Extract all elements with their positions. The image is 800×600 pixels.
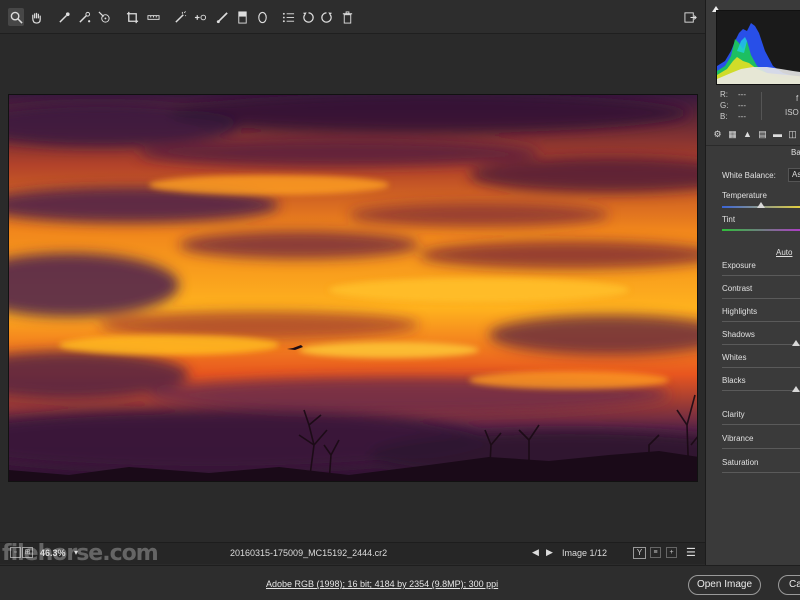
r-label: R:: [720, 90, 728, 99]
full-screen-icon[interactable]: [682, 8, 698, 26]
highlights-label: Highlights: [722, 307, 758, 316]
next-image-icon[interactable]: ▶: [546, 547, 553, 558]
shadows-slider-thumb[interactable]: [792, 340, 800, 346]
temperature-slider-thumb[interactable]: [757, 202, 765, 208]
vibrance-slider-track[interactable]: [722, 448, 800, 449]
preferences-list-icon[interactable]: [280, 8, 296, 26]
rotate-right-icon[interactable]: [318, 8, 334, 26]
before-after-icon[interactable]: ⊞: [22, 547, 33, 558]
targeted-adjustment-icon[interactable]: [96, 8, 112, 26]
histogram: [716, 10, 800, 85]
sunset-sky-image: [9, 95, 697, 481]
red-eye-icon[interactable]: [192, 8, 208, 26]
bottom-bar: Adobe RGB (1998); 16 bit; 4184 by 2354 (…: [0, 565, 800, 600]
highlights-slider-track[interactable]: [722, 321, 800, 322]
panel-tabs: ⚙ ▦ ▲ ▤ ▬ ◫: [706, 126, 800, 146]
r-value: ---: [738, 90, 746, 99]
b-value: ---: [738, 112, 746, 121]
whites-slider-track[interactable]: [722, 367, 800, 368]
toolbar: [0, 0, 705, 34]
radial-filter-icon[interactable]: [254, 8, 270, 26]
aperture-value: f: [796, 94, 799, 103]
clarity-slider-track[interactable]: [722, 424, 800, 425]
auto-link[interactable]: Auto: [776, 248, 792, 257]
workflow-options-link[interactable]: Adobe RGB (1998); 16 bit; 4184 by 2354 (…: [266, 579, 498, 589]
blacks-label: Blacks: [722, 376, 746, 385]
straighten-icon[interactable]: [145, 8, 161, 26]
tab-detail[interactable]: ▲: [742, 129, 753, 140]
zoom-level[interactable]: 46.3%: [40, 548, 66, 558]
tab-split-toning[interactable]: ▬: [772, 129, 783, 140]
blacks-slider-thumb[interactable]: [792, 386, 800, 392]
adjustments-panel: R: --- G: --- B: --- f ISO ⚙ ▦ ▲ ▤ ▬ ◫ B…: [705, 0, 800, 565]
white-balance-select[interactable]: As: [788, 168, 800, 182]
vibrance-label: Vibrance: [722, 434, 754, 443]
saturation-slider-track[interactable]: [722, 472, 800, 473]
blacks-slider-track[interactable]: [722, 390, 800, 391]
exposure-slider-track[interactable]: [722, 275, 800, 276]
tint-slider-track[interactable]: [722, 229, 800, 231]
image-preview-area: [0, 34, 705, 542]
tab-tone-curve[interactable]: ▦: [727, 129, 738, 140]
clarity-label: Clarity: [722, 410, 745, 419]
tab-hsl[interactable]: ▤: [757, 129, 768, 140]
rotate-left-icon[interactable]: [300, 8, 316, 26]
file-name: 20160315-175009_MC15192_2444.cr2: [230, 548, 388, 558]
before-after-toggle[interactable]: Y: [633, 547, 646, 559]
graduated-filter-icon[interactable]: [234, 8, 250, 26]
preview-preferences-icon[interactable]: ☰: [686, 546, 696, 559]
zoom-icon[interactable]: [8, 8, 24, 26]
shadows-label: Shadows: [722, 330, 755, 339]
histogram-graph: [717, 23, 800, 84]
shadows-slider-track[interactable]: [722, 344, 800, 345]
cancel-button[interactable]: Ca: [778, 575, 800, 595]
iso-label: ISO: [785, 108, 799, 117]
hand-icon[interactable]: [28, 8, 44, 26]
saturation-label: Saturation: [722, 458, 759, 467]
spot-removal-icon[interactable]: [172, 8, 188, 26]
panel-section-title: Ba: [791, 148, 800, 157]
contrast-label: Contrast: [722, 284, 753, 293]
open-image-button[interactable]: Open Image: [688, 575, 761, 595]
temperature-label: Temperature: [722, 191, 767, 200]
zoom-dropdown-icon[interactable]: ▾: [74, 548, 78, 557]
swap-settings-icon[interactable]: ≡: [650, 547, 661, 558]
previous-image-icon[interactable]: ◀: [532, 547, 539, 558]
color-sampler-icon[interactable]: [76, 8, 92, 26]
exposure-label: Exposure: [722, 261, 756, 270]
b-label: B:: [720, 112, 728, 121]
white-balance-label: White Balance:: [722, 171, 776, 180]
camera-raw-window: ▫ ⊞ 46.3% ▾ 20160315-175009_MC15192_2444…: [0, 0, 800, 600]
image-counter: Image 1/12: [562, 548, 608, 558]
whites-label: Whites: [722, 353, 747, 362]
crop-icon[interactable]: [124, 8, 140, 26]
g-label: G:: [720, 101, 729, 110]
status-bar: ▫ ⊞ 46.3% ▾ 20160315-175009_MC15192_2444…: [0, 542, 705, 564]
single-view-icon[interactable]: ▫: [10, 547, 21, 558]
adjustment-brush-icon[interactable]: [214, 8, 230, 26]
g-value: ---: [738, 101, 746, 110]
trash-icon[interactable]: [339, 8, 355, 26]
tab-basic[interactable]: ⚙: [712, 129, 723, 140]
white-balance-eyedropper-icon[interactable]: [56, 8, 72, 26]
tint-label: Tint: [722, 215, 736, 224]
contrast-slider-track[interactable]: [722, 298, 800, 299]
preview-image[interactable]: [8, 94, 698, 482]
tab-lens-corrections[interactable]: ◫: [787, 129, 798, 140]
copy-settings-icon[interactable]: +: [666, 547, 677, 558]
